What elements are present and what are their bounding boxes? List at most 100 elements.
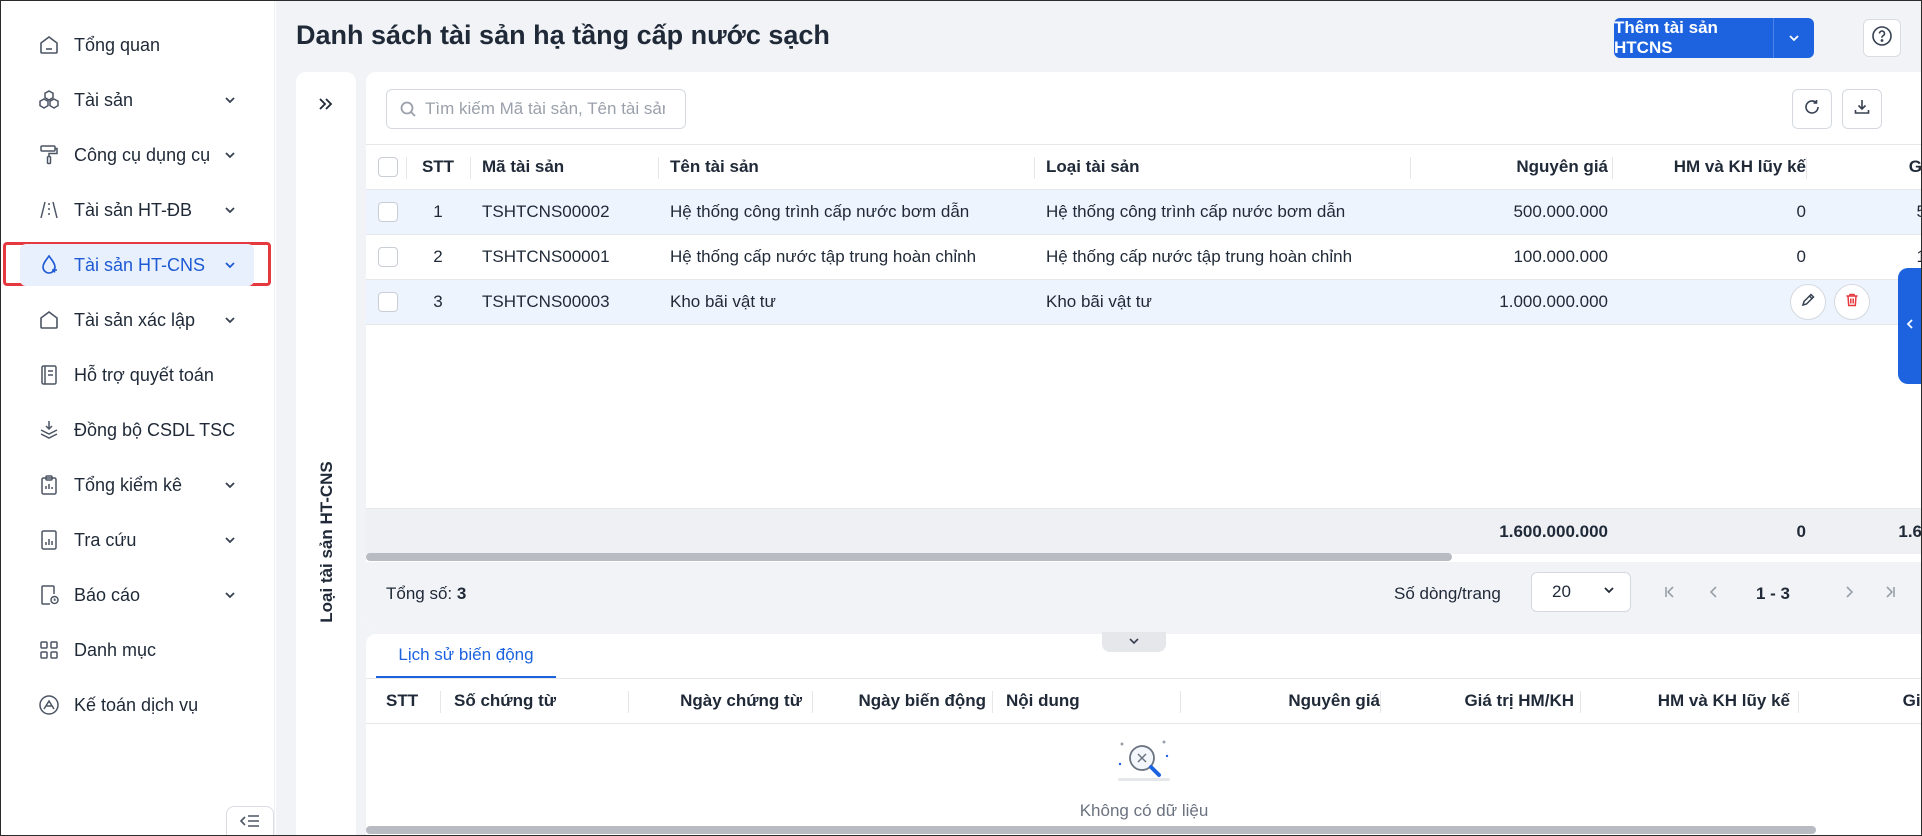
add-asset-button[interactable]: Thêm tài sản HTCNS [1614,18,1814,58]
sidebar-item-label: Tra cứu [74,529,137,550]
search-input[interactable] [425,99,665,119]
sidebar-item-sync-database[interactable]: Đồng bộ CSDL TSC [20,409,254,451]
sidebar-item-label: Kế toán dịch vụ [74,694,199,715]
sidebar-item-tools[interactable]: Công cụ dụng cụ [20,134,254,176]
sidebar-item-label: Tài sản HT-ĐB [74,199,193,220]
checkbox-box[interactable] [378,292,398,312]
help-button[interactable] [1863,19,1901,57]
sidebar-item-overview[interactable]: Tổng quan [20,24,254,66]
sidebar-item-reports[interactable]: Báo cáo [20,574,254,616]
col-accumulated-depreciation: HM và KH lũy kế [1657,691,1790,710]
table-header: STT Mã tài sản Tên tài sản Loại tài sản … [366,144,1922,190]
sidebar-item-label: Hỗ trợ quyết toán [74,364,214,385]
chevron-down-icon [220,200,240,220]
sidebar-item-service-accounting[interactable]: Kế toán dịch vụ [20,684,254,726]
chevron-down-icon [1602,582,1616,602]
water-drop-icon [36,252,62,278]
cell-accumulated-depreciation: 0 [1796,247,1806,266]
trash-icon [1844,292,1860,313]
cell-original-price: 500.000.000 [1513,202,1608,221]
sidebar-item-roads[interactable]: Tài sản HT-ĐB [20,189,254,231]
collapse-left-icon [239,813,261,834]
first-page-icon[interactable] [1662,584,1678,605]
select-all-checkbox[interactable] [378,145,408,189]
sidebar-item-label: Báo cáo [74,584,141,605]
previous-page-icon[interactable] [1706,584,1722,605]
row-checkbox[interactable] [378,190,408,234]
double-chevron-right-icon[interactable] [314,94,336,119]
sidebar-item-assets[interactable]: Tài sản [20,79,254,121]
cell-stt: 1 [433,202,443,221]
last-page-icon[interactable] [1882,584,1898,605]
sidebar-item-label: Tổng quan [74,34,161,55]
col-doc-date: Ngày chứng từ [680,691,802,710]
cell-accumulated-depreciation: 0 [1612,280,1806,324]
book-icon [36,362,62,388]
pencil-icon [1800,292,1816,313]
row-checkbox[interactable] [378,235,408,279]
chevron-down-icon[interactable] [1774,18,1814,58]
page-title: Danh sách tài sản hạ tầng cấp nước sạch [296,20,830,50]
table-row[interactable]: 1 TSHTCNS00002 Hệ thống công trình cấp n… [366,190,1922,235]
sidebar-item-established-assets[interactable]: Tài sản xác lập [20,299,254,341]
sidebar-item-settlement-support[interactable]: Hỗ trợ quyết toán [20,354,254,396]
grid-icon [36,637,62,663]
sidebar-item-water-supply[interactable]: Tài sản HT-CNS [20,244,254,286]
empty-state-text: Không có dữ liệu [1079,801,1209,820]
rows-per-page-value: 20 [1552,582,1571,601]
search-icon [399,100,417,118]
checkbox-box[interactable] [378,202,398,222]
cell-accumulated-depreciation: 0 [1796,202,1806,221]
horizontal-scrollbar[interactable] [366,826,1816,834]
main-content: Danh sách tài sản hạ tầng cấp nước sạch … [276,0,1922,836]
delete-button[interactable] [1834,284,1870,320]
cell-asset-name: Hệ thống cấp nước tập trung hoàn chỉnh [670,247,977,266]
chevron-left-icon [1904,317,1916,336]
page-range: 1 - 3 [1756,584,1791,603]
sidebar-item-inventory[interactable]: Tổng kiểm kê [20,464,254,506]
report-search-icon [36,527,62,553]
cell-stt: 2 [433,247,443,266]
cell-asset-code: TSHTCNS00002 [482,202,610,221]
tab-change-history[interactable]: Lịch sử biến động [376,634,556,678]
next-page-icon[interactable] [1841,584,1857,605]
pagination-bar: Tổng số: 3 Số dòng/trang 20 1 - 3 [366,562,1922,626]
horizontal-scrollbar[interactable] [366,553,1452,561]
sidebar-item-label: Tổng kiểm kê [74,474,183,495]
chevron-down-icon [1127,633,1141,651]
cell-next: 5 [1916,202,1922,221]
cell-original-price: 100.000.000 [1513,247,1608,266]
col-content: Nội dung [1006,691,1080,710]
sidebar-item-lookup[interactable]: Tra cứu [20,519,254,561]
chevron-down-icon [220,475,240,495]
col-accumulated-depreciation: HM và KH lũy kế [1673,157,1806,176]
refresh-icon [1803,98,1821,121]
history-panel-toggle[interactable] [1102,632,1166,652]
cell-asset-code: TSHTCNS00001 [482,247,610,266]
download-button[interactable] [1842,89,1882,129]
checkbox-box[interactable] [378,247,398,267]
add-asset-label: Thêm tài sản HTCNS [1614,18,1774,58]
sidebar-item-label: Tài sản xác lập [74,309,196,330]
cell-asset-type: Hệ thống công trình cấp nước bơm dẫn [1046,202,1346,221]
sidebar-item-categories[interactable]: Danh mục [20,629,254,671]
right-panel-toggle[interactable] [1898,268,1922,384]
total-label: Tổng số: [386,584,453,603]
cell-original-price: 1.000.000.000 [1499,292,1608,311]
refresh-button[interactable] [1792,89,1832,129]
checkbox-box[interactable] [378,157,398,177]
home-icon [36,32,62,58]
edit-button[interactable] [1790,284,1826,320]
row-checkbox[interactable] [378,280,408,324]
download-icon [1853,98,1871,121]
empty-search-icon [1112,734,1176,791]
rows-per-page-select[interactable]: 20 [1531,572,1631,612]
sidebar-collapse-button[interactable] [226,806,274,836]
cell-stt: 3 [433,292,443,311]
total-next: 1.6 [1898,521,1922,541]
table-row[interactable]: 2 TSHTCNS00001 Hệ thống cấp nước tập tru… [366,235,1922,280]
home-icon [36,307,62,333]
clipboard-icon [36,472,62,498]
table-row[interactable]: 3 TSHTCNS00003 Kho bãi vật tư Kho bãi vậ… [366,280,1922,325]
search-box[interactable] [386,89,686,129]
